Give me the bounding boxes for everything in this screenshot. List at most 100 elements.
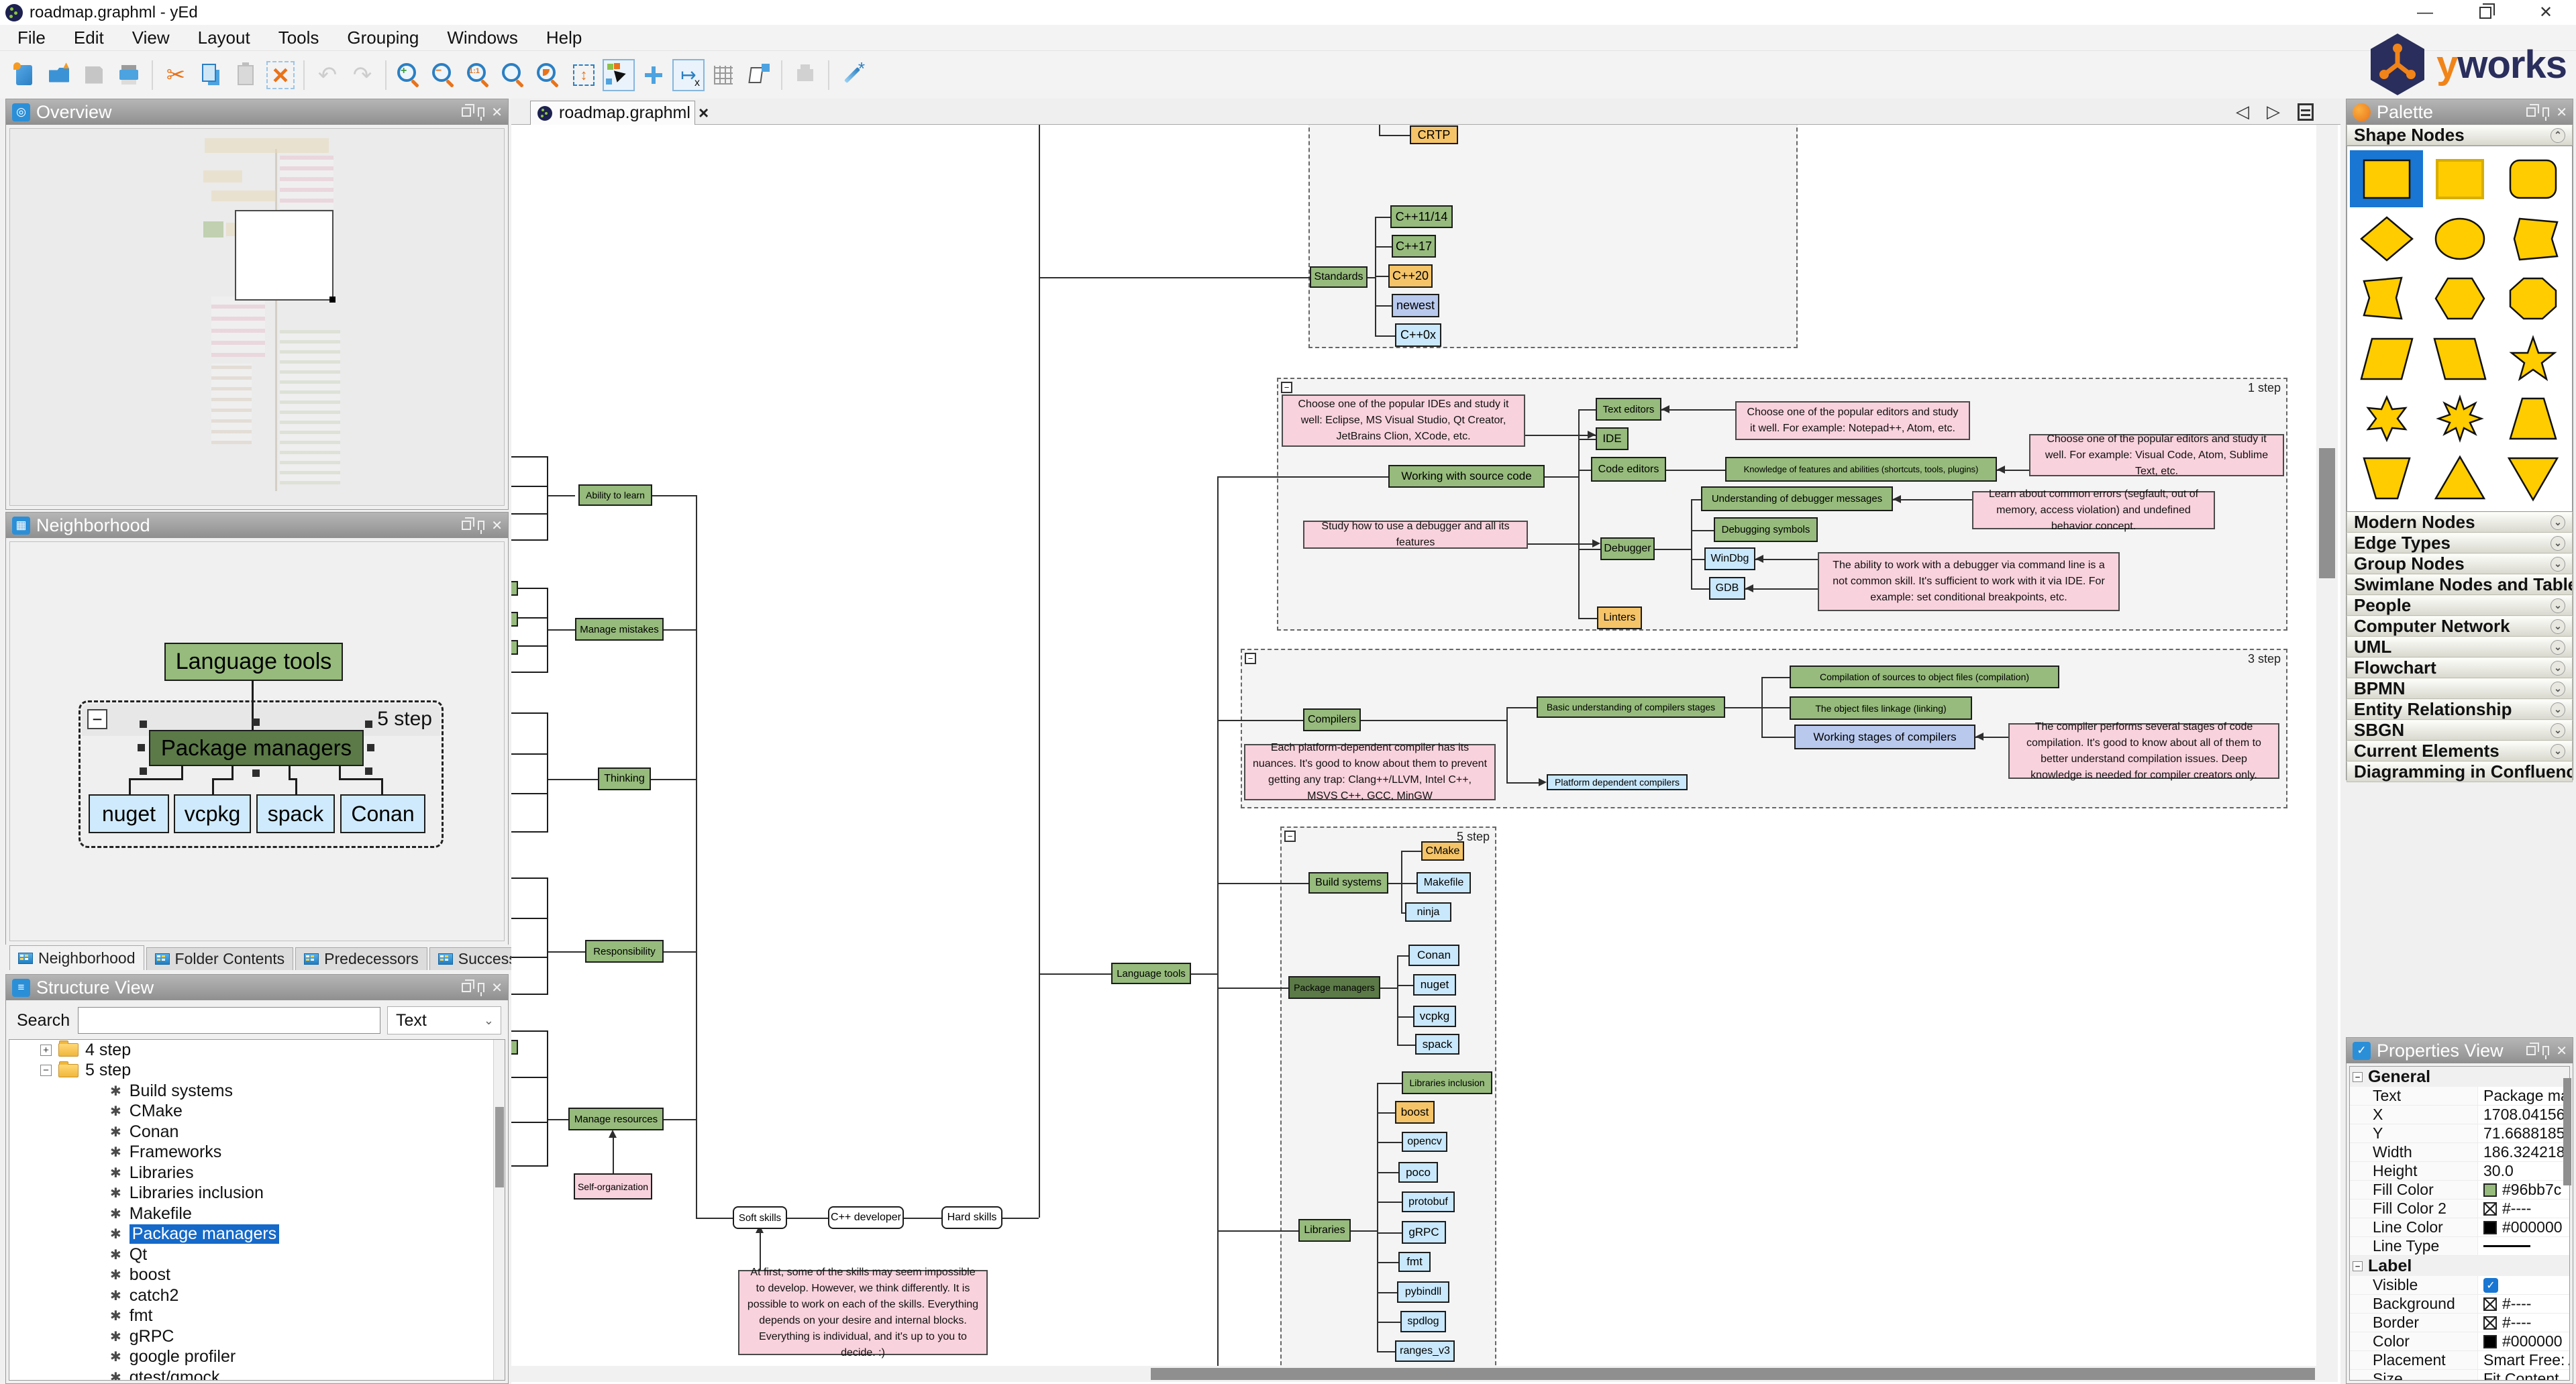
selection-handle[interactable]: [367, 744, 374, 751]
search-filter-dropdown[interactable]: Text ⌄: [387, 1006, 501, 1034]
palette-shape-rectangle[interactable]: [2350, 150, 2423, 207]
toolbar-button-new-document[interactable]: [8, 59, 40, 91]
close-icon[interactable]: ✕: [491, 104, 503, 121]
close-button[interactable]: ✕: [2516, 0, 2576, 25]
pin-icon[interactable]: [2542, 1046, 2549, 1055]
tab-close-icon[interactable]: ×: [699, 103, 709, 123]
palette-shape-parallelogram[interactable]: [2350, 330, 2423, 387]
vertical-scrollbar-thumb[interactable]: [2319, 448, 2335, 578]
selection-handle[interactable]: [140, 721, 147, 728]
canvas-node-ability-to-learn[interactable]: Ability to learn: [578, 484, 652, 506]
menu-item-windows[interactable]: Windows: [447, 28, 517, 48]
palette-shape-octagon[interactable]: [2496, 270, 2569, 327]
tree-item-5-step[interactable]: −5 step: [9, 1061, 505, 1081]
palette-section-flowchart[interactable]: Flowchart⌄: [2347, 657, 2573, 678]
canvas-node-grpc[interactable]: gRPC: [1402, 1221, 1446, 1244]
collapse-group-button[interactable]: −: [1245, 653, 1256, 664]
palette-section-computer-network[interactable]: Computer Network⌄: [2347, 616, 2573, 637]
pin-icon[interactable]: [2542, 107, 2549, 117]
palette-section-edge-types[interactable]: Edge Types⌄: [2347, 533, 2573, 553]
palette-section-sbgn[interactable]: SBGN⌄: [2347, 720, 2573, 741]
neighborhood-node-conan[interactable]: Conan: [340, 794, 425, 833]
properties-scrollbar[interactable]: [2562, 1065, 2573, 1266]
canvas-node-debugger[interactable]: Debugger: [1600, 537, 1655, 560]
canvas-note[interactable]: Study how to use a debugger and all its …: [1303, 521, 1528, 549]
toolbar-button-fit-content[interactable]: [568, 59, 600, 91]
palette-shape-banner-left[interactable]: [2350, 270, 2423, 327]
tree-item-makefile[interactable]: ✱Makefile: [9, 1204, 505, 1224]
canvas-node-conan[interactable]: Conan: [1408, 945, 1459, 966]
menu-item-grouping[interactable]: Grouping: [347, 28, 419, 48]
dock-tab-neighborhood[interactable]: Neighborhood: [9, 945, 144, 970]
canvas-node-vcpkg[interactable]: vcpkg: [1413, 1006, 1456, 1027]
properties-group-label[interactable]: −Label: [2350, 1256, 2569, 1276]
next-tab-icon[interactable]: ▷: [2267, 101, 2280, 122]
canvas-node-standards[interactable]: Standards: [1310, 266, 1368, 288]
canvas-node-basic-understanding-of-compilers-stages[interactable]: Basic understanding of compilers stages: [1537, 696, 1725, 718]
palette-section-uml[interactable]: UML⌄: [2347, 637, 2573, 657]
toolbar-button-redo[interactable]: [346, 59, 378, 91]
toolbar-button-zoom-in[interactable]: +: [393, 59, 425, 91]
canvas-note[interactable]: At first, some of the skills may seem im…: [738, 1270, 988, 1355]
palette-section-current-elements[interactable]: Current Elements⌄: [2347, 741, 2573, 761]
float-icon[interactable]: [462, 521, 471, 530]
palette-shape-triangle[interactable]: [2423, 450, 2496, 507]
canvas-group[interactable]: [1308, 125, 1798, 348]
canvas-note[interactable]: Choose one of the popular IDEs and study…: [1282, 394, 1525, 447]
canvas-node-crtp[interactable]: CRTP: [1410, 125, 1458, 144]
palette-shape-star-6[interactable]: [2350, 390, 2423, 447]
toolbar-button-zoom-out[interactable]: −: [428, 59, 460, 91]
property-value[interactable]: Fit Content: [2477, 1370, 2569, 1381]
collapse-group-button[interactable]: −: [1281, 382, 1292, 393]
canvas-node-linters[interactable]: Linters: [1597, 606, 1642, 629]
canvas-node-self-organization[interactable]: Self-organization: [574, 1173, 652, 1200]
properties-scrollbar-thumb[interactable]: [2563, 1078, 2571, 1185]
toolbar-button-print[interactable]: [113, 59, 145, 91]
canvas-node-ide[interactable]: IDE: [1596, 427, 1629, 450]
vertical-scrollbar[interactable]: [2316, 125, 2338, 1366]
canvas-node-hard-skills[interactable]: Hard skills: [941, 1206, 1002, 1229]
canvas-node-c++17[interactable]: C++17: [1392, 235, 1436, 258]
property-value[interactable]: 1708.041562...: [2477, 1106, 2569, 1124]
pin-icon[interactable]: [478, 983, 484, 992]
neighborhood-node-nuget[interactable]: nuget: [89, 794, 169, 833]
properties-group-general[interactable]: −General: [2350, 1067, 2569, 1087]
tree-scrollbar-thumb[interactable]: [495, 1107, 504, 1187]
toolbar-button-save[interactable]: [78, 59, 110, 91]
canvas-node-windbg[interactable]: WinDbg: [1704, 547, 1755, 570]
menu-item-edit[interactable]: Edit: [74, 28, 104, 48]
canvas-node-c++-developer[interactable]: C++ developer: [828, 1206, 904, 1229]
selection-handle[interactable]: [365, 721, 372, 728]
tree-item-build-systems[interactable]: ✱Build systems: [9, 1081, 505, 1102]
palette-section-swimlane-nodes-and-table-n-[interactable]: Swimlane Nodes and Table N...⌄: [2347, 574, 2573, 595]
tree-item-libraries[interactable]: ✱Libraries: [9, 1163, 505, 1183]
canvas-node-nuget[interactable]: nuget: [1413, 974, 1456, 996]
canvas-node-compilers[interactable]: Compilers: [1303, 708, 1361, 731]
neighborhood-node-language-tools[interactable]: Language tools: [164, 643, 343, 681]
canvas-node-spack[interactable]: spack: [1415, 1034, 1459, 1055]
neighborhood-node-vcpkg[interactable]: vcpkg: [174, 794, 251, 833]
palette-section-group-nodes[interactable]: Group Nodes⌄: [2347, 553, 2573, 574]
canvas-node-thinking[interactable]: Thinking: [598, 767, 651, 790]
canvas-node-cmake[interactable]: CMake: [1421, 841, 1464, 861]
tree-item-package-managers[interactable]: ✱Package managers: [9, 1224, 505, 1245]
canvas-node-compilation-of-sources-to-object-files-compilation-[interactable]: Compilation of sources to object files (…: [1790, 666, 2059, 688]
tree-item-catch2[interactable]: ✱catch2: [9, 1285, 505, 1306]
property-value[interactable]: [2477, 1237, 2569, 1255]
canvas-node-manage-resources[interactable]: Manage resources: [568, 1108, 664, 1130]
canvas-note[interactable]: Each platform-dependent compiler has its…: [1244, 744, 1496, 800]
canvas-node-the-object-files-linkage-linking-[interactable]: The object files linkage (linking): [1790, 696, 1972, 720]
neighborhood-node-package-managers[interactable]: Package managers: [149, 730, 364, 766]
property-value[interactable]: ✓: [2477, 1276, 2569, 1294]
palette-shape-round-rectangle[interactable]: [2496, 150, 2569, 207]
toolbar-button-delete[interactable]: [264, 59, 297, 91]
close-icon[interactable]: ✕: [2556, 104, 2567, 121]
canvas-node-ranges-v3[interactable]: ranges_v3: [1395, 1340, 1455, 1362]
canvas-node-soft-skills[interactable]: Soft skills: [733, 1206, 787, 1229]
tree-item-conan[interactable]: ✱Conan: [9, 1122, 505, 1142]
canvas-node-boost[interactable]: boost: [1395, 1101, 1435, 1124]
property-value[interactable]: #000000: [2477, 1332, 2569, 1350]
toolbar-button-edge-label[interactable]: [742, 59, 774, 91]
collapse-group-button[interactable]: −: [1284, 831, 1296, 842]
toolbar-button-grid[interactable]: [707, 59, 739, 91]
